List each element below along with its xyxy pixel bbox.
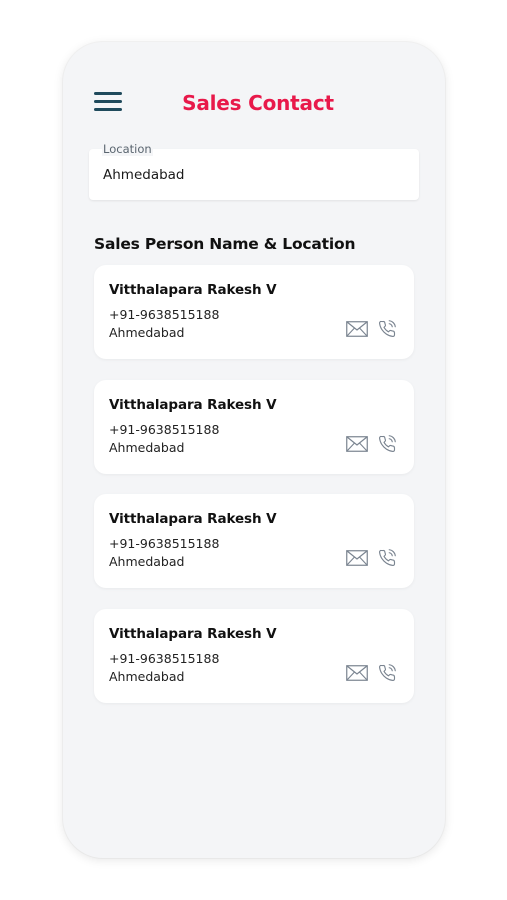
contact-phone: +91-9638515188	[109, 422, 220, 437]
contact-name: Vitthalapara Rakesh V	[109, 626, 277, 642]
location-field[interactable]: Location	[89, 142, 419, 200]
contact-name: Vitthalapara Rakesh V	[109, 511, 277, 527]
contact-city: Ahmedabad	[109, 669, 185, 684]
section-title: Sales Person Name & Location	[94, 235, 356, 253]
contact-card: Vitthalapara Rakesh V +91-9638515188 Ahm…	[94, 609, 414, 703]
contact-card: Vitthalapara Rakesh V +91-9638515188 Ahm…	[94, 494, 414, 588]
contact-city: Ahmedabad	[109, 554, 185, 569]
location-label: Location	[102, 142, 153, 156]
contact-card: Vitthalapara Rakesh V +91-9638515188 Ahm…	[94, 265, 414, 359]
contact-card: Vitthalapara Rakesh V +91-9638515188 Ahm…	[94, 380, 414, 474]
contact-phone: +91-9638515188	[109, 307, 220, 322]
location-input[interactable]	[103, 167, 393, 183]
page-title: Sales Contact	[182, 91, 334, 115]
phone-call-icon[interactable]	[378, 435, 400, 453]
contact-name: Vitthalapara Rakesh V	[109, 282, 277, 298]
phone-call-icon[interactable]	[378, 320, 400, 338]
mail-icon[interactable]	[346, 550, 368, 568]
hamburger-menu-icon[interactable]	[94, 92, 122, 112]
phone-call-icon[interactable]	[378, 664, 400, 682]
phone-screen: Sales Contact Location Sales Person Name…	[63, 42, 445, 858]
contact-phone: +91-9638515188	[109, 536, 220, 551]
mail-icon[interactable]	[346, 436, 368, 454]
contact-city: Ahmedabad	[109, 325, 185, 340]
mail-icon[interactable]	[346, 665, 368, 683]
phone-call-icon[interactable]	[378, 549, 400, 567]
mail-icon[interactable]	[346, 321, 368, 339]
contact-phone: +91-9638515188	[109, 651, 220, 666]
contact-city: Ahmedabad	[109, 440, 185, 455]
contact-name: Vitthalapara Rakesh V	[109, 397, 277, 413]
